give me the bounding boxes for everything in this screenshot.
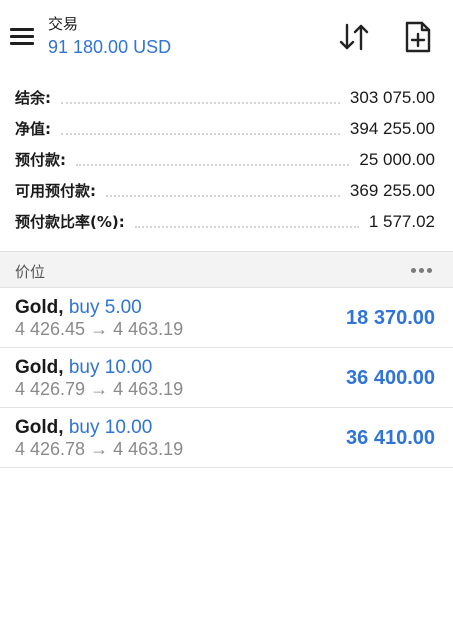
position-symbol: Gold, buy 10.00 xyxy=(15,417,152,439)
position-row[interactable]: Gold, buy 10.00 4 426.78 → 4 463.19 36 4… xyxy=(0,408,453,468)
position-profit: 36 410.00 xyxy=(346,427,435,449)
summary-label: 可用预付款: xyxy=(15,182,96,200)
new-document-icon[interactable] xyxy=(404,21,432,53)
dotted-leader xyxy=(106,185,340,197)
more-dots-icon[interactable] xyxy=(411,262,435,278)
account-balance: 91 180.00 USD xyxy=(48,37,172,57)
trade-side-volume: buy 10.00 xyxy=(63,417,153,438)
section-title: 价位 xyxy=(15,263,46,281)
position-row[interactable]: Gold, buy 10.00 4 426.79 → 4 463.19 36 4… xyxy=(0,348,453,408)
positions-section-header: 价位 xyxy=(0,251,453,288)
positions-list: Gold, buy 5.00 4 426.45 → 4 463.19 18 37… xyxy=(0,288,453,468)
dotted-leader xyxy=(134,216,359,228)
position-symbol: Gold, buy 5.00 xyxy=(15,297,142,319)
dotted-leader xyxy=(61,123,340,135)
summary-row-margin: 预付款: 25 000.00 xyxy=(0,144,453,175)
summary-row-margin-level: 预付款比率(%): 1 577.02 xyxy=(0,206,453,237)
position-profit: 18 370.00 xyxy=(346,307,435,329)
summary-label: 预付款: xyxy=(15,151,66,169)
summary-value: 369 255.00 xyxy=(349,180,435,200)
summary-row-free-margin: 可用预付款: 369 255.00 xyxy=(0,175,453,206)
account-summary: 结余: 303 075.00 净值: 394 255.00 预付款: 25 00… xyxy=(0,82,453,237)
summary-row-balance: 结余: 303 075.00 xyxy=(0,82,453,113)
sort-arrows-icon[interactable] xyxy=(338,22,370,52)
summary-label: 结余: xyxy=(15,89,51,107)
summary-label: 预付款比率(%): xyxy=(15,213,125,231)
hamburger-menu-icon[interactable] xyxy=(10,26,36,46)
summary-row-equity: 净值: 394 255.00 xyxy=(0,113,453,144)
summary-value: 1 577.02 xyxy=(368,211,435,231)
top-bar: 交易 91 180.00 USD xyxy=(0,0,453,72)
open-current-price: 4 426.45 → 4 463.19 xyxy=(15,319,184,339)
summary-value: 25 000.00 xyxy=(359,149,435,169)
dotted-leader xyxy=(61,92,340,104)
summary-value: 303 075.00 xyxy=(349,87,435,107)
position-row[interactable]: Gold, buy 5.00 4 426.45 → 4 463.19 18 37… xyxy=(0,288,453,348)
trade-side-volume: buy 5.00 xyxy=(63,297,142,318)
dotted-leader xyxy=(76,154,350,166)
position-symbol: Gold, buy 10.00 xyxy=(15,357,152,379)
position-profit: 36 400.00 xyxy=(346,367,435,389)
symbol-name: Gold, xyxy=(15,357,64,378)
summary-value: 394 255.00 xyxy=(349,118,435,138)
summary-label: 净值: xyxy=(15,120,51,138)
symbol-name: Gold, xyxy=(15,297,64,318)
open-current-price: 4 426.78 → 4 463.19 xyxy=(15,439,184,459)
open-current-price: 4 426.79 → 4 463.19 xyxy=(15,379,184,399)
page-title: 交易 xyxy=(48,15,79,33)
trade-side-volume: buy 10.00 xyxy=(63,357,153,378)
symbol-name: Gold, xyxy=(15,417,64,438)
